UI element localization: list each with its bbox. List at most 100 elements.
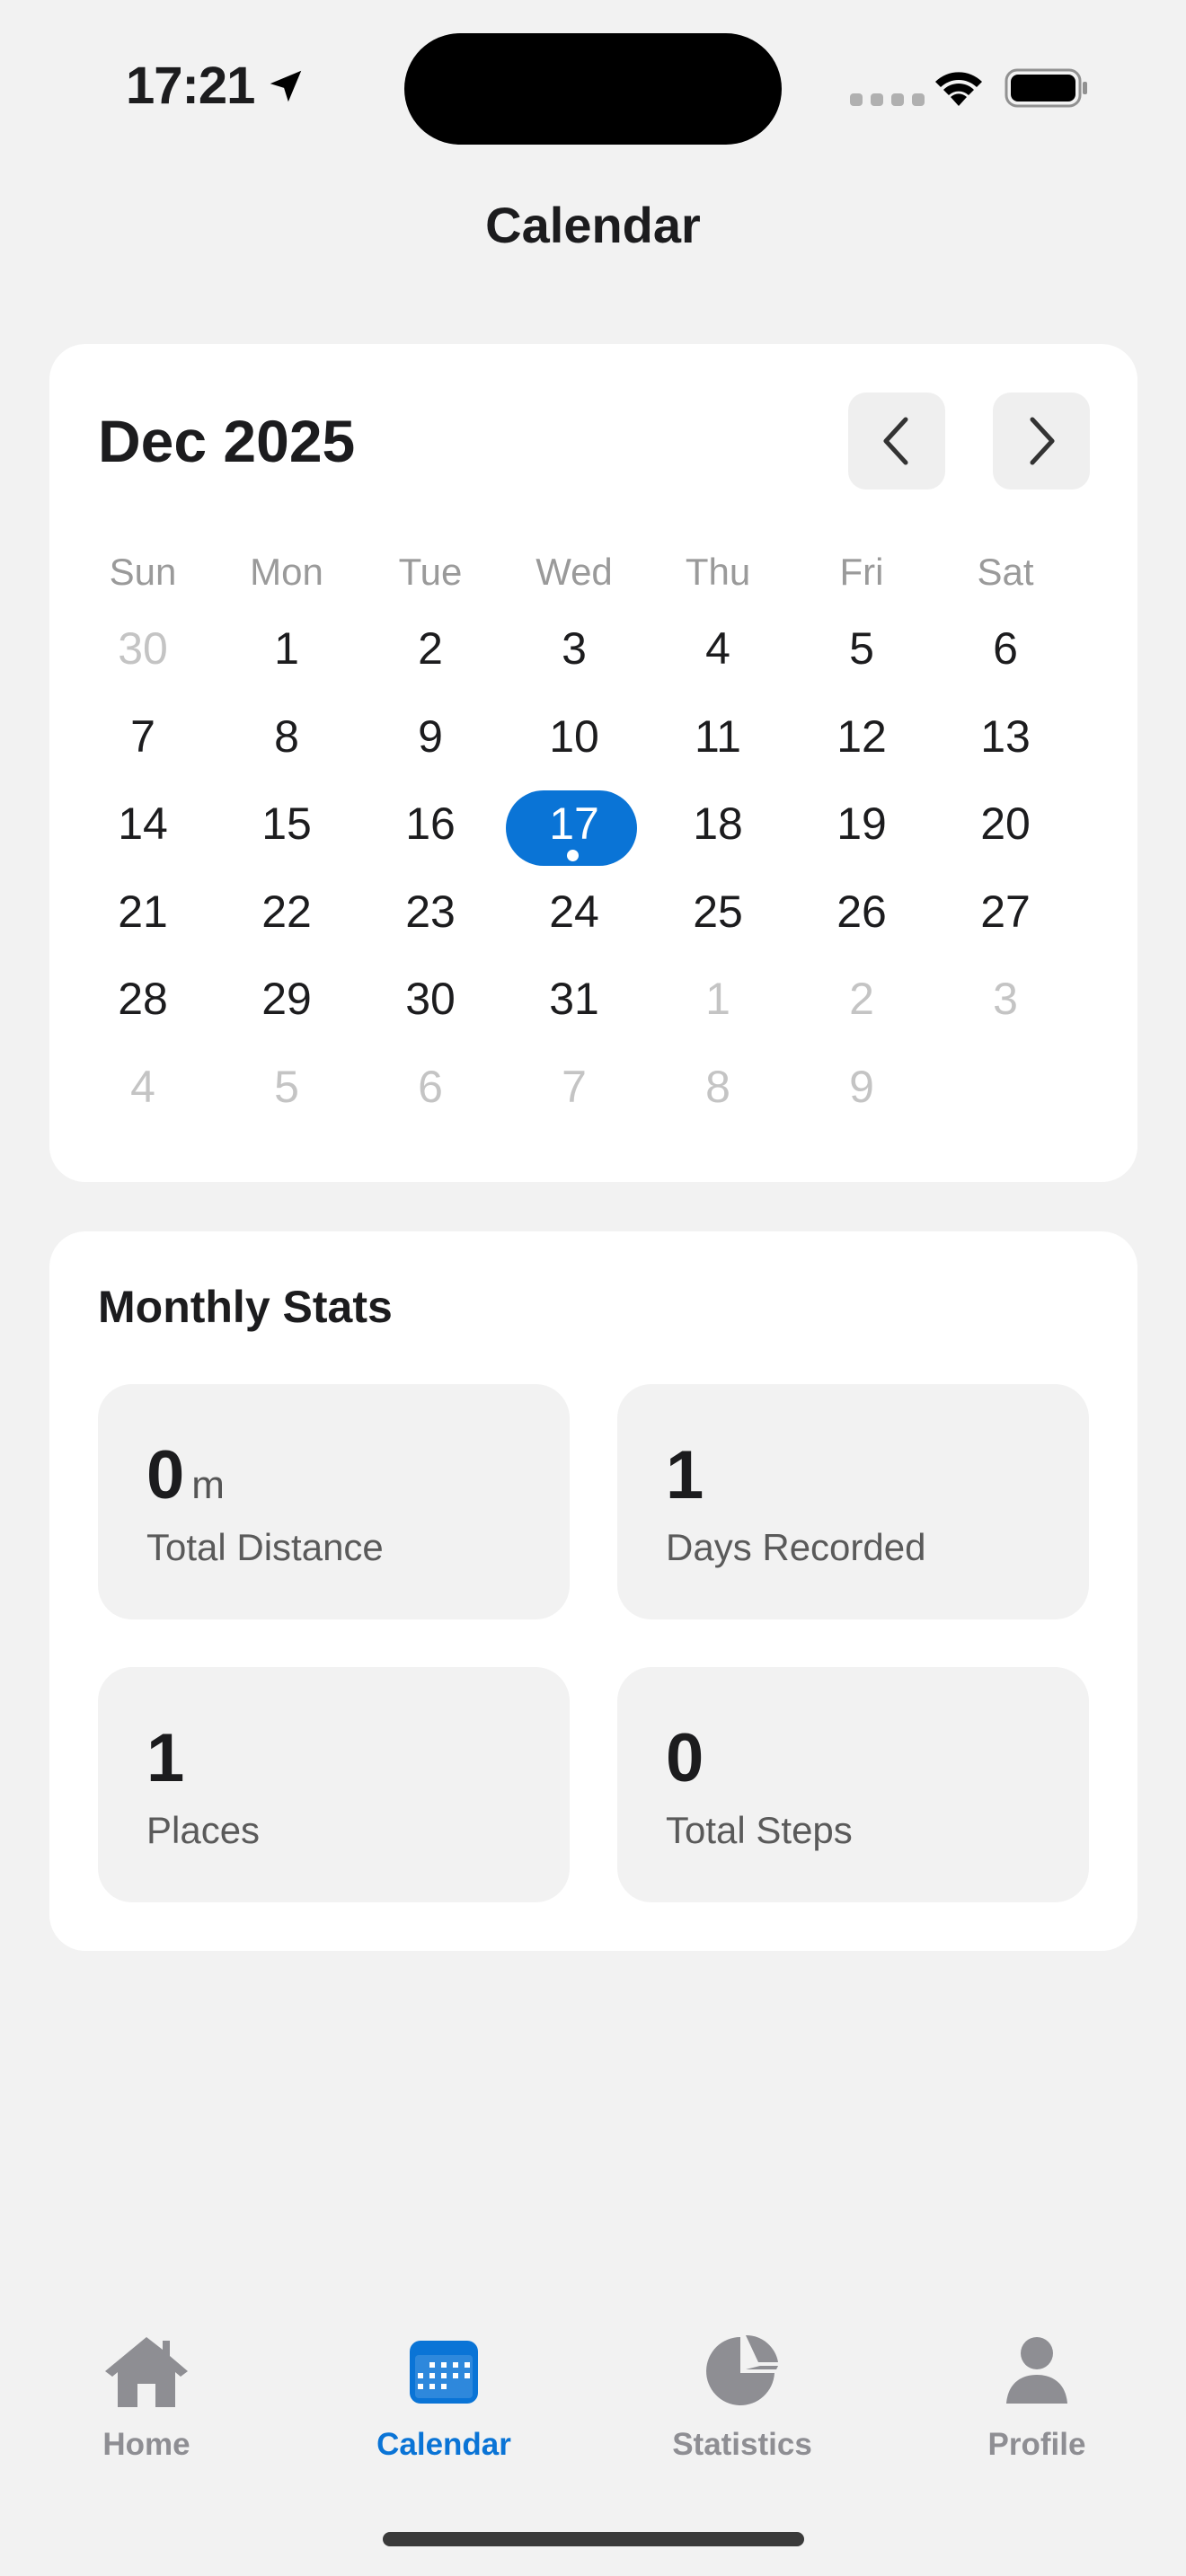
stat-total-distance: 0m Total Distance [98, 1384, 570, 1619]
calendar-day[interactable]: 26 [790, 877, 934, 965]
calendar-day[interactable]: 5 [790, 613, 934, 701]
calendar-day-number: 24 [549, 886, 599, 937]
calendar-day-number: 21 [118, 886, 168, 937]
status-time-text: 17:21 [126, 57, 255, 115]
total-steps-value: 0 [666, 1720, 704, 1796]
calendar-day[interactable]: 22 [215, 877, 358, 965]
calendar-day-number: 9 [849, 1061, 874, 1112]
weekday-label: Thu [685, 551, 751, 593]
record-indicator-dot [567, 850, 579, 862]
calendar-day[interactable]: 4 [71, 1052, 215, 1140]
tab-profile-label: Profile [987, 2427, 1086, 2462]
calendar-day[interactable]: 1 [215, 613, 358, 701]
calendar-day[interactable]: 12 [790, 701, 934, 790]
calendar-day[interactable]: 3 [502, 613, 646, 701]
calendar-day[interactable]: 19 [790, 789, 934, 877]
weekday-label: Sat [977, 551, 1034, 593]
tab-profile[interactable]: Profile [938, 2326, 1136, 2463]
calendar-day-number: 25 [693, 886, 743, 937]
calendar-day[interactable]: 9 [790, 1052, 934, 1140]
calendar-day[interactable]: 29 [215, 964, 358, 1052]
calendar-day[interactable]: 6 [934, 613, 1077, 701]
calendar-day[interactable]: 16 [358, 789, 502, 877]
calendar-day-number: 2 [849, 974, 874, 1025]
status-time: 17:21 [126, 56, 306, 116]
calendar-day-number: 31 [549, 974, 599, 1025]
places-label: Places [146, 1809, 261, 1851]
calendar-day-number: 30 [118, 623, 168, 674]
calendar-day[interactable]: 24 [502, 877, 646, 965]
calendar-day[interactable]: 13 [934, 701, 1077, 790]
calendar-day-number: 1 [274, 623, 299, 674]
calendar-day-number: 5 [274, 1061, 299, 1112]
calendar-day[interactable]: 2 [358, 613, 502, 701]
calendar-day[interactable]: 2 [790, 964, 934, 1052]
weekday-label: Mon [250, 551, 323, 593]
previous-month-button[interactable] [848, 393, 945, 490]
calendar-day-number: 6 [993, 623, 1018, 674]
calendar-day-number: 7 [130, 710, 155, 762]
calendar-day[interactable]: 30 [71, 613, 215, 701]
calendar-day[interactable]: 10 [502, 701, 646, 790]
calendar-day[interactable]: 7 [71, 701, 215, 790]
calendar-day[interactable]: 30 [358, 964, 502, 1052]
calendar-day[interactable]: 8 [215, 701, 358, 790]
tab-statistics[interactable]: Statistics [643, 2326, 841, 2463]
dynamic-island [404, 33, 782, 145]
days-recorded-value: 1 [666, 1437, 704, 1513]
pie-chart-icon [706, 2334, 778, 2405]
calendar-day-number: 9 [418, 710, 443, 762]
calendar-day[interactable]: 9 [358, 701, 502, 790]
home-indicator [383, 2532, 804, 2546]
calendar-day-number: 8 [705, 1061, 730, 1112]
tab-calendar-label: Calendar [376, 2427, 511, 2462]
calendar-day-number: 6 [418, 1061, 443, 1112]
calendar-day-number: 11 [695, 710, 741, 762]
calendar-day[interactable]: 6 [358, 1052, 502, 1140]
calendar-day-number: 8 [274, 710, 299, 762]
calendar-day[interactable]: 20 [934, 789, 1077, 877]
status-bar: 17:21 [0, 0, 1186, 153]
next-month-button[interactable] [993, 393, 1090, 490]
total-distance-unit: m [191, 1463, 225, 1507]
calendar-day[interactable]: 21 [71, 877, 215, 965]
calendar-day[interactable]: 7 [502, 1052, 646, 1140]
calendar-day[interactable]: 15 [215, 789, 358, 877]
cellular-signal-icon [850, 93, 925, 106]
calendar-day-number: 28 [118, 974, 168, 1025]
calendar-day[interactable]: 8 [646, 1052, 790, 1140]
stat-value: 0m [146, 1436, 225, 1514]
tab-home[interactable]: Home [48, 2326, 245, 2463]
stat-total-steps: 0 Total Steps [617, 1667, 1089, 1902]
weekday-label: Fri [839, 551, 884, 593]
calendar-day[interactable]: 18 [646, 789, 790, 877]
battery-icon [1005, 68, 1087, 108]
calendar-day[interactable]: 5 [215, 1052, 358, 1140]
tab-calendar[interactable]: Calendar [345, 2326, 543, 2463]
calendar-day[interactable]: 23 [358, 877, 502, 965]
calendar-day[interactable]: 14 [71, 789, 215, 877]
calendar-day-number: 1 [705, 974, 730, 1025]
page-title: Calendar [485, 197, 701, 253]
calendar-day[interactable]: 1 [646, 964, 790, 1052]
calendar-day-number: 26 [836, 886, 887, 937]
calendar-screen: 17:21 Calendar Dec 2025 Sun Mon Tue Wed … [0, 0, 1186, 2576]
calendar-day[interactable]: 4 [646, 613, 790, 701]
calendar-day-number: 17 [549, 798, 599, 850]
weekday-label: Wed [535, 551, 613, 593]
calendar-icon [410, 2341, 478, 2404]
month-title: Dec 2025 [98, 408, 356, 474]
calendar-day-number: 2 [418, 623, 443, 674]
total-steps-label: Total Steps [666, 1809, 853, 1851]
calendar-day[interactable]: 3 [934, 964, 1077, 1052]
calendar-day[interactable]: 28 [71, 964, 215, 1052]
calendar-day-number: 12 [836, 710, 887, 762]
calendar-day-number: 20 [980, 798, 1031, 850]
calendar-day[interactable]: 27 [934, 877, 1077, 965]
total-distance-value: 0 [146, 1437, 185, 1513]
calendar-day-selected[interactable]: 17 [502, 789, 646, 877]
calendar-day[interactable]: 11 [646, 701, 790, 790]
calendar-card: Dec 2025 Sun Mon Tue Wed Thu Fri Sat 30 1… [49, 344, 1137, 1182]
calendar-day[interactable]: 25 [646, 877, 790, 965]
calendar-day[interactable]: 31 [502, 964, 646, 1052]
